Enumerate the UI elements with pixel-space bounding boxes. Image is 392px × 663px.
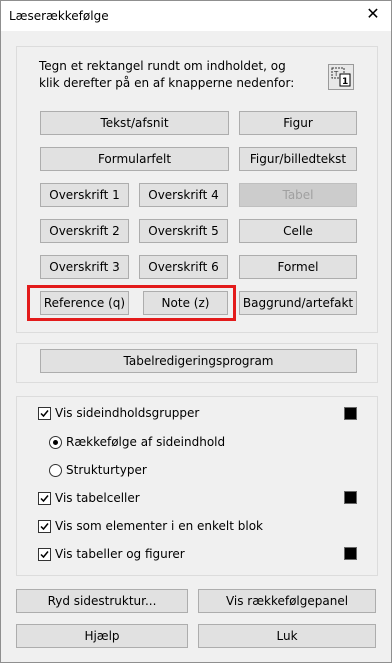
- heading-3-button[interactable]: Overskrift 3: [40, 255, 129, 279]
- show-tables-figures-checkbox[interactable]: [38, 547, 51, 561]
- show-table-cells-option[interactable]: Vis tabelceller: [38, 489, 140, 507]
- title-bar: Læserækkefølge ✕: [1, 1, 391, 31]
- window-title: Læserækkefølge: [9, 9, 109, 23]
- reading-order-dialog: Læserækkefølge ✕ Tegn et rektangel rundt…: [0, 0, 392, 663]
- show-order-panel-button[interactable]: Vis rækkefølgepanel: [198, 589, 376, 613]
- text-paragraph-button[interactable]: Tekst/afsnit: [40, 111, 229, 135]
- draw-rectangle-icon[interactable]: T 1: [328, 64, 354, 90]
- figure-caption-button[interactable]: Figur/billedtekst: [239, 147, 357, 171]
- tables-figures-color-swatch[interactable]: [344, 547, 357, 560]
- svg-text:T: T: [333, 70, 339, 78]
- instruction-text: Tegn et rektangel rundt om indholdet, og…: [39, 59, 295, 90]
- close-icon[interactable]: ✕: [365, 6, 381, 22]
- table-cells-color-swatch[interactable]: [344, 491, 357, 504]
- structure-types-radio[interactable]: [49, 463, 62, 477]
- structure-types-option[interactable]: Strukturtyper: [49, 461, 147, 479]
- show-content-groups-label: Vis sideindholdsgrupper: [55, 406, 200, 420]
- show-as-block-option[interactable]: Vis som elementer i en enkelt blok: [38, 517, 263, 535]
- highlight-annotation: [27, 285, 236, 321]
- close-button[interactable]: Luk: [198, 624, 376, 648]
- show-content-groups-option[interactable]: Vis sideindholdsgrupper: [38, 404, 199, 422]
- heading-6-button[interactable]: Overskrift 6: [139, 255, 228, 279]
- table-editor-button[interactable]: Tabelredigeringsprogram: [40, 349, 357, 373]
- svg-text:1: 1: [342, 77, 348, 87]
- clear-structure-button[interactable]: Ryd sidestruktur...: [16, 589, 188, 613]
- show-tables-figures-option[interactable]: Vis tabeller og figurer: [38, 545, 185, 563]
- formula-button[interactable]: Formel: [239, 255, 357, 279]
- content-order-label: Rækkefølge af sideindhold: [66, 435, 226, 449]
- heading-4-button[interactable]: Overskrift 4: [139, 183, 228, 207]
- figure-button[interactable]: Figur: [239, 111, 357, 135]
- form-field-button[interactable]: Formularfelt: [40, 147, 229, 171]
- background-artifact-button[interactable]: Baggrund/artefakt: [239, 291, 357, 315]
- content-order-option[interactable]: Rækkefølge af sideindhold: [49, 433, 225, 451]
- table-button: Tabel: [239, 183, 357, 207]
- show-table-cells-checkbox[interactable]: [38, 491, 51, 505]
- heading-2-button[interactable]: Overskrift 2: [40, 219, 129, 243]
- heading-1-button[interactable]: Overskrift 1: [40, 183, 129, 207]
- show-as-block-checkbox[interactable]: [38, 519, 51, 533]
- content-groups-color-swatch[interactable]: [344, 407, 357, 420]
- show-as-block-label: Vis som elementer i en enkelt blok: [55, 519, 263, 533]
- help-button[interactable]: Hjælp: [16, 624, 188, 648]
- structure-types-label: Strukturtyper: [66, 463, 147, 477]
- cell-button[interactable]: Celle: [239, 219, 357, 243]
- show-content-groups-checkbox[interactable]: [38, 406, 51, 420]
- show-tables-figures-label: Vis tabeller og figurer: [55, 547, 185, 561]
- show-table-cells-label: Vis tabelceller: [55, 491, 140, 505]
- content-order-radio[interactable]: [49, 435, 62, 449]
- heading-5-button[interactable]: Overskrift 5: [139, 219, 228, 243]
